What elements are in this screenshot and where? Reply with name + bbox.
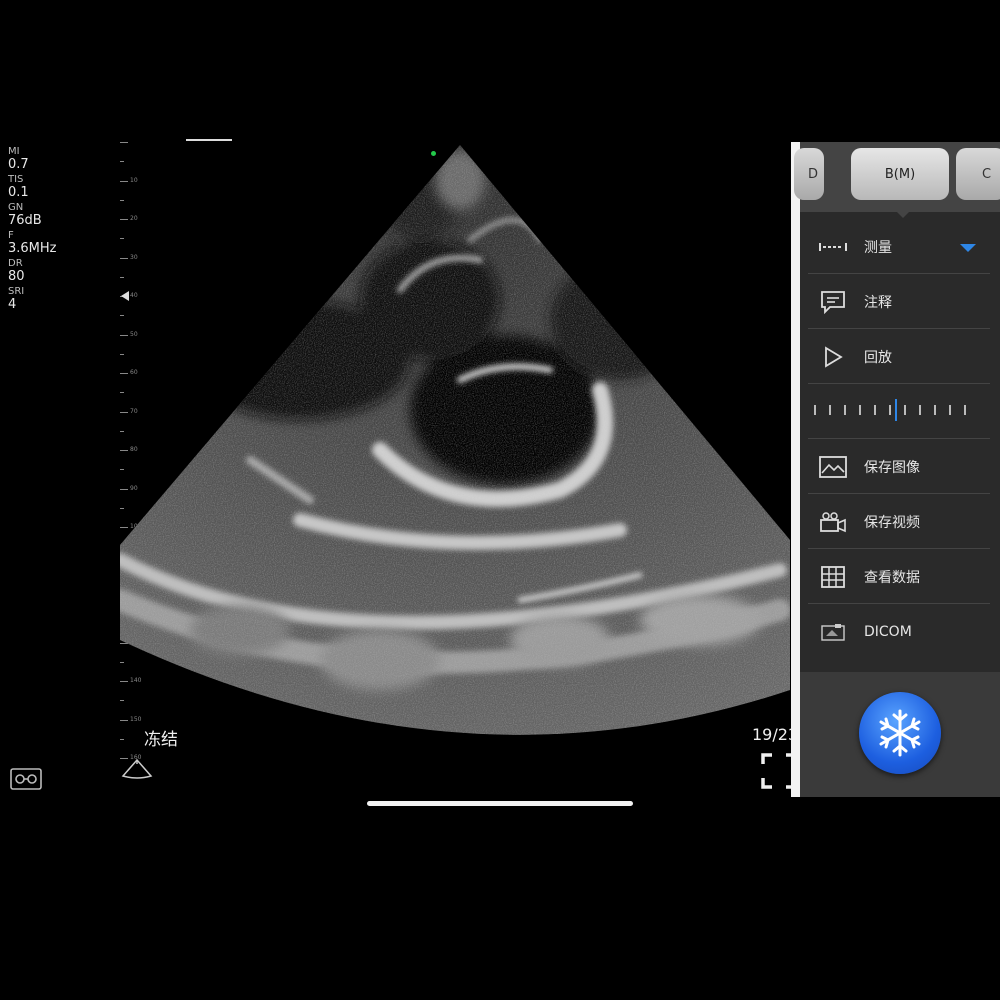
mode-button-bm[interactable]: B(M)	[851, 148, 949, 200]
ruler-label: 50	[130, 330, 138, 338]
slider-tick	[934, 405, 936, 415]
ruler-label: 30	[130, 253, 138, 261]
ruler-minor-tick	[120, 238, 124, 240]
ruler-label: 100	[130, 523, 142, 530]
ruler-minor-tick	[120, 161, 124, 163]
menu-item-save-image[interactable]: 保存图像	[808, 440, 990, 494]
ruler-label: 40	[130, 292, 138, 299]
param-mi: MI 0.7	[8, 146, 29, 172]
slider-thumb[interactable]	[895, 399, 897, 421]
slider-tick	[874, 405, 876, 415]
ruler-minor-tick	[120, 584, 124, 586]
ruler-label: 60	[130, 369, 138, 376]
imaging-parameters: MI 0.7 TIS 0.1 GN 76dB F 3.6MHz DR 80 SR…	[8, 146, 88, 314]
ruler-major-tick	[120, 373, 128, 374]
panel-edge	[791, 142, 800, 797]
ruler-major-tick	[120, 681, 128, 682]
param-tis: TIS 0.1	[8, 174, 29, 200]
menu-item-annotate[interactable]: 注释	[808, 275, 990, 329]
ruler-label: 150	[130, 715, 142, 723]
ruler-major-tick	[120, 411, 128, 413]
ruler-minor-tick	[120, 507, 124, 509]
slider-tick	[904, 405, 906, 415]
dropdown-caret-icon[interactable]	[960, 244, 976, 252]
ruler-label: 120	[130, 600, 142, 607]
ruler-label: 140	[130, 677, 142, 684]
freeze-area	[800, 672, 1000, 797]
ruler-label: 110	[130, 561, 142, 569]
ruler-major-tick	[120, 642, 128, 644]
slider-tick	[919, 405, 921, 415]
freeze-status-text: 冻结	[144, 730, 178, 750]
ruler-major-tick	[120, 527, 128, 528]
snowflake-icon	[879, 709, 921, 757]
ruler-major-tick	[120, 565, 128, 567]
ruler-label: 10	[130, 176, 138, 184]
ruler-minor-tick	[120, 315, 124, 317]
mode-pointer	[897, 212, 909, 218]
playback-slider[interactable]	[808, 385, 990, 439]
param-dynamic-range: DR 80	[8, 258, 25, 284]
mode-button-d[interactable]: D	[794, 148, 824, 200]
video-camera-icon	[818, 509, 848, 535]
ruler-label: 80	[130, 446, 138, 453]
home-indicator[interactable]	[367, 801, 633, 806]
param-frequency: F 3.6MHz	[8, 230, 57, 256]
control-panel: D B(M) C 测量 注释 回放 保存图像 保存视频 查看数据 DICOM	[794, 142, 1000, 797]
menu-item-save-video[interactable]: 保存视频	[808, 495, 990, 549]
ruler-major-tick	[120, 257, 128, 259]
freeze-button[interactable]	[859, 692, 941, 774]
slider-tick	[859, 405, 861, 415]
ruler-minor-tick	[120, 738, 124, 740]
table-icon	[818, 564, 848, 590]
slider-tick	[829, 405, 831, 415]
ruler-label: 90	[130, 484, 138, 492]
orientation-marker	[431, 151, 436, 156]
menu-item-playback[interactable]: 回放	[808, 330, 990, 384]
image-icon	[818, 454, 848, 480]
slider-tick	[814, 405, 816, 415]
ruler-minor-tick	[120, 276, 124, 278]
slider-tick	[964, 405, 966, 415]
menu-item-dicom[interactable]: DICOM	[808, 605, 990, 659]
menu-item-view-data[interactable]: 查看数据	[808, 550, 990, 604]
ruler-minor-tick	[120, 661, 124, 663]
vr-mode-icon[interactable]	[9, 765, 43, 793]
ruler-major-tick	[120, 450, 128, 451]
ruler-minor-tick	[120, 353, 124, 355]
slider-tick	[949, 405, 951, 415]
ruler-major-tick	[120, 142, 128, 143]
comment-icon	[818, 289, 848, 315]
ruler-label: 20	[130, 215, 138, 222]
caliper-icon	[818, 234, 848, 260]
ruler-minor-tick	[120, 700, 124, 702]
ruler-major-tick	[120, 719, 128, 721]
ruler-major-tick	[120, 488, 128, 490]
play-icon	[818, 344, 848, 370]
ruler-minor-tick	[120, 546, 124, 548]
focus-marker[interactable]	[121, 291, 129, 301]
ruler-minor-tick	[120, 469, 124, 471]
ruler-minor-tick	[120, 199, 124, 201]
mode-button-c[interactable]: C	[956, 148, 1000, 200]
ruler-label: 70	[130, 407, 138, 415]
scale-bar	[186, 139, 232, 141]
ruler-major-tick	[120, 604, 128, 605]
ruler-minor-tick	[120, 430, 124, 432]
ruler-major-tick	[120, 219, 128, 220]
depth-ruler: 10 20 30 40 50 60 70 80 90 100 110 120 130 140 150 160	[118, 140, 148, 761]
slider-tick	[889, 405, 891, 415]
dicom-icon	[818, 619, 848, 645]
slider-tick	[844, 405, 846, 415]
param-gain: GN 76dB	[8, 202, 42, 228]
ruler-minor-tick	[120, 392, 124, 394]
param-sri: SRI 4	[8, 286, 25, 312]
ruler-minor-tick	[120, 623, 124, 625]
menu-item-measure[interactable]: 测量	[808, 220, 990, 274]
mode-selector: D B(M) C	[794, 142, 1000, 212]
probe-icon[interactable]	[121, 758, 153, 780]
ruler-major-tick	[120, 334, 128, 336]
ruler-label: 130	[130, 638, 142, 646]
ruler-major-tick	[120, 180, 128, 182]
